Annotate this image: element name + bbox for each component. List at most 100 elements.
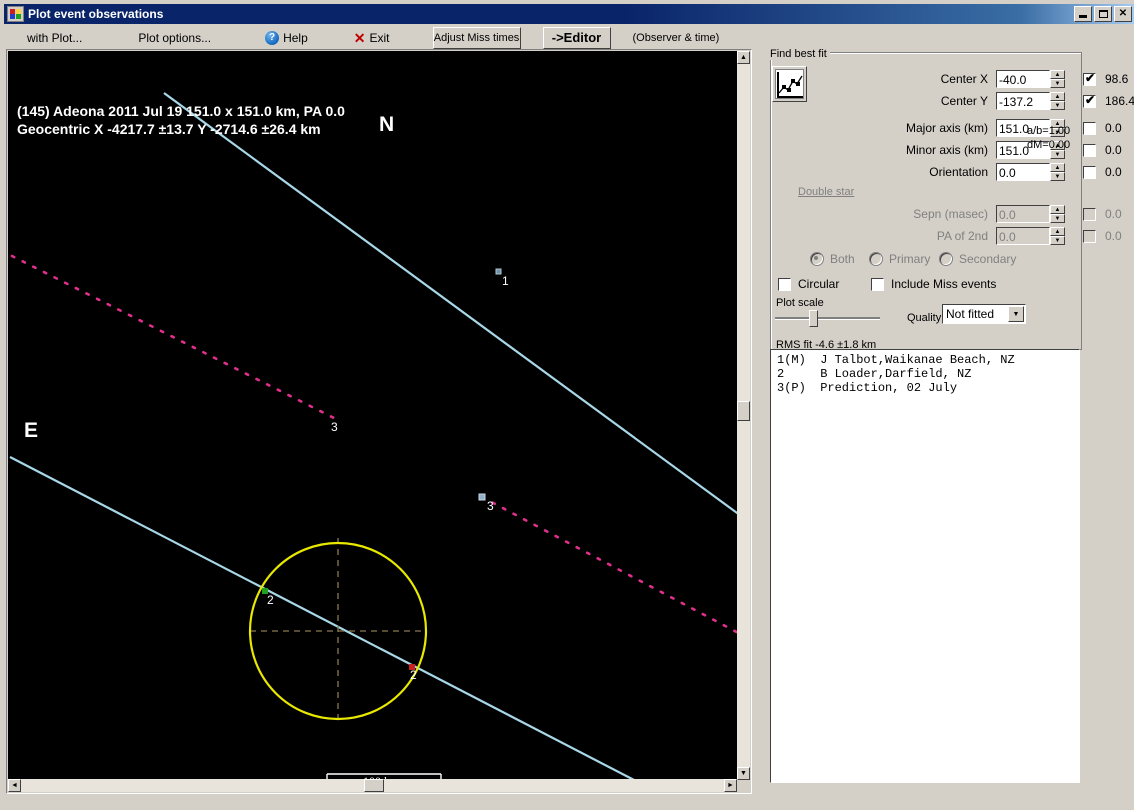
include-miss-checkbox[interactable] (871, 277, 884, 291)
center-y-input-box[interactable] (996, 92, 1050, 110)
scroll-down-button[interactable]: ▼ (737, 767, 750, 780)
quality-value: Not fitted (946, 307, 995, 321)
window-controls: ✕ (1074, 6, 1132, 22)
center-y-spinner[interactable]: ▲ ▼ (1050, 92, 1065, 110)
major-axis-checkbox[interactable] (1083, 121, 1096, 135)
field-row-major-axis: Major axis (km) ▲▼ 0.0 (848, 119, 1122, 137)
title-bar: Plot event observations ✕ (4, 4, 1134, 24)
circular-label: Circular (798, 277, 840, 291)
help-icon: ? (265, 30, 280, 45)
field-label-major-axis: Major axis (km) (905, 121, 988, 135)
scroll-left-button[interactable]: ◄ (8, 779, 21, 792)
chord-label-3a: 3 (331, 420, 338, 434)
orientation-input[interactable] (997, 165, 1049, 181)
center-y-checkbox[interactable] (1083, 93, 1096, 108)
circular-checkbox[interactable] (778, 277, 791, 291)
center-y-result: 186.4 (1105, 94, 1134, 108)
miss-line-3a (10, 254, 338, 421)
scroll-right-button[interactable]: ► (724, 779, 737, 792)
list-item[interactable]: 1(M) J Talbot,Waikanae Beach, NZ (777, 353, 1079, 367)
field-label-orientation: Orientation (929, 165, 988, 179)
sepn-result: 0.0 (1105, 207, 1122, 221)
window-title: Plot event observations (28, 7, 164, 21)
include-miss-option[interactable]: Include Miss events (871, 277, 996, 291)
orientation-checkbox[interactable] (1083, 165, 1096, 179)
field-label-minor-axis: Minor axis (km) (905, 143, 988, 157)
plot-scale-track-right[interactable] (820, 317, 880, 320)
button-label: ->Editor (551, 30, 602, 45)
sepn-input-box[interactable] (996, 205, 1050, 223)
radio-secondary[interactable]: Secondary (939, 252, 1016, 266)
field-label-pa-2nd: PA of 2nd (936, 229, 988, 243)
fit-chart-icon (775, 69, 804, 99)
radio-primary[interactable]: Primary (869, 252, 930, 266)
field-label-sepn: Sepn (masec) (913, 207, 988, 221)
field-row-sepn: Sepn (masec) ▲▼ 0.0 (870, 205, 1122, 223)
sepn-input[interactable] (997, 207, 1049, 223)
app-icon (7, 6, 24, 22)
menu-item-plot-options[interactable]: Plot options... (129, 28, 220, 48)
list-item[interactable]: 2 B Loader,Darfield, NZ (777, 367, 1079, 381)
pa-2nd-spinner[interactable]: ▲ ▼ (1050, 227, 1065, 245)
menu-label: Help (283, 30, 308, 45)
pa-2nd-checkbox[interactable] (1083, 229, 1096, 243)
scroll-vertical-thumb[interactable] (737, 401, 750, 421)
list-item[interactable]: 3(P) Prediction, 02 July (777, 381, 1079, 395)
orientation-spinner[interactable]: ▲ ▼ (1050, 163, 1065, 181)
find-best-fit-legend: Find best fit (767, 48, 830, 60)
radio-both-label: Both (830, 252, 855, 266)
radio-primary-dot[interactable] (869, 252, 883, 266)
chord-label-3b: 3 (487, 499, 494, 513)
scroll-horizontal-thumb[interactable] (364, 779, 384, 792)
chord-line-2 (9, 456, 637, 780)
scroll-up-button[interactable]: ▲ (737, 51, 750, 64)
plot-horizontal-scrollbar[interactable]: ◄ ► (8, 779, 737, 792)
orientation-result: 0.0 (1105, 165, 1122, 179)
pa-2nd-input-box[interactable] (996, 227, 1050, 245)
maximize-button[interactable] (1094, 6, 1112, 22)
quality-combobox[interactable]: Not fitted ▼ (942, 304, 1026, 324)
center-x-checkbox[interactable] (1083, 71, 1096, 86)
plot-title-line-1: (145) Adeona 2011 Jul 19 151.0 x 151.0 k… (17, 103, 345, 119)
quality-label: Quality (907, 312, 942, 324)
chevron-down-icon[interactable]: ▼ (1008, 306, 1024, 322)
center-x-input-box[interactable] (996, 70, 1050, 88)
pa-2nd-result: 0.0 (1105, 229, 1122, 243)
adjust-miss-times-button[interactable]: Adjust Miss times (432, 26, 521, 49)
observers-listbox[interactable]: 1(M) J Talbot,Waikanae Beach, NZ 2 B Loa… (770, 349, 1080, 783)
chord-label-2r: 2 (410, 668, 417, 682)
plot-scale-thumb[interactable] (809, 310, 818, 327)
minor-axis-checkbox[interactable] (1083, 143, 1096, 157)
close-button[interactable]: ✕ (1114, 6, 1132, 22)
chord-label-1: 1 (502, 274, 509, 288)
axis-ratio-label: a/b=1.00 (1027, 125, 1071, 137)
sepn-checkbox[interactable] (1083, 207, 1096, 221)
menu-item-exit[interactable]: ✕ Exit (345, 28, 399, 48)
occultation-plot-svg (9, 92, 737, 780)
sepn-spinner[interactable]: ▲ ▼ (1050, 205, 1065, 223)
menu-label: Exit (369, 30, 390, 45)
center-x-spinner[interactable]: ▲ ▼ (1050, 70, 1065, 88)
east-label: E (24, 419, 39, 442)
app-window: Plot event observations ✕ with Plot... P… (0, 0, 1134, 810)
north-label: N (379, 113, 395, 136)
menu-item-help[interactable]: ? Help (256, 28, 317, 48)
fit-chart-icon-button[interactable] (772, 66, 807, 102)
center-x-input[interactable] (997, 72, 1049, 88)
minimize-button[interactable] (1074, 6, 1092, 22)
plot-vertical-scrollbar[interactable]: ▲ ▼ (737, 51, 750, 780)
menu-item-with-plot[interactable]: with Plot... (18, 28, 91, 48)
circular-option[interactable]: Circular (778, 277, 839, 291)
radio-both-dot[interactable] (810, 252, 824, 266)
field-row-center-x: Center X ▲▼ 98.6 (888, 70, 1128, 88)
pa-2nd-input[interactable] (997, 229, 1049, 245)
radio-secondary-dot[interactable] (939, 252, 953, 266)
editor-button[interactable]: ->Editor (542, 26, 611, 49)
field-row-minor-axis: Minor axis (km) ▲▼ 0.0 (848, 141, 1122, 159)
field-label-center-x: Center X (940, 72, 988, 86)
orientation-input-box[interactable] (996, 163, 1050, 181)
radio-both[interactable]: Both (810, 252, 855, 266)
plot-scale-label: Plot scale (776, 297, 824, 309)
center-y-input[interactable] (997, 94, 1049, 110)
plot-canvas[interactable]: (145) Adeona 2011 Jul 19 151.0 x 151.0 k… (8, 51, 737, 780)
